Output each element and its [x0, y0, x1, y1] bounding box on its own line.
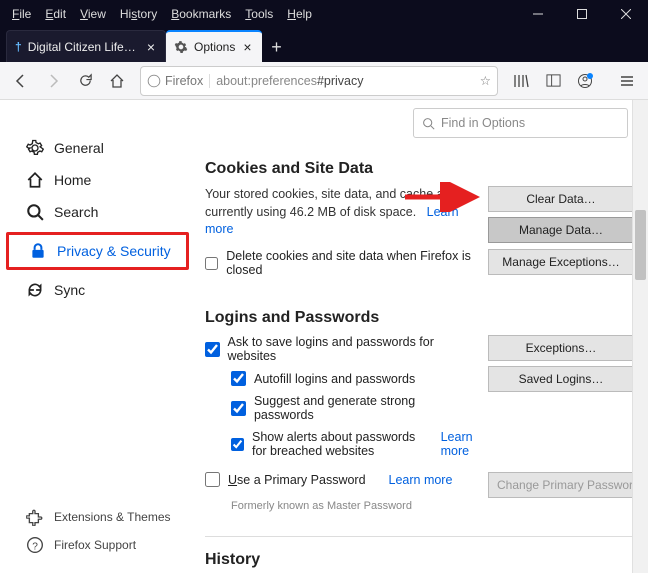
search-icon	[26, 203, 44, 221]
section-title: Cookies and Site Data	[205, 160, 634, 178]
address-bar[interactable]: Firefox about:preferences#privacy ☆	[140, 66, 498, 96]
checkbox-label: Suggest and generate strong passwords	[254, 394, 478, 422]
menu-tools[interactable]: Tools	[239, 4, 279, 24]
menubar: File Edit View History Bookmarks Tools H…	[0, 0, 648, 28]
maximize-button[interactable]	[560, 0, 604, 28]
menu-view[interactable]: View	[74, 4, 112, 24]
sidebar-item-label: Sync	[54, 282, 85, 298]
account-button[interactable]	[570, 66, 600, 96]
tab-label: Digital Citizen Life in a digital w	[28, 40, 139, 54]
checkbox-label: Autofill logins and passwords	[254, 372, 415, 386]
ask-save-logins-checkbox[interactable]: Ask to save logins and passwords for web…	[205, 335, 478, 363]
sidebar-item-privacy[interactable]: Privacy & Security	[6, 232, 189, 270]
sidebar-extensions[interactable]: Extensions & Themes	[0, 503, 195, 531]
gear-icon	[26, 139, 44, 157]
sidebar-item-general[interactable]: General	[0, 132, 195, 164]
vertical-scrollbar[interactable]	[632, 100, 648, 573]
breach-alerts-checkbox[interactable]: Show alerts about passwords for breached…	[231, 430, 478, 458]
menu-bookmarks[interactable]: Bookmarks	[165, 4, 237, 24]
menu-file[interactable]: File	[6, 4, 37, 24]
new-tab-button[interactable]: +	[262, 32, 292, 62]
manage-exceptions-button[interactable]: Manage Exceptions…	[488, 249, 634, 275]
sidebar-item-label: Firefox Support	[54, 538, 136, 552]
suggest-passwords-checkbox[interactable]: Suggest and generate strong passwords	[231, 394, 478, 422]
cookies-description: Your stored cookies, site data, and cach…	[205, 187, 455, 219]
sidebar-item-label: Privacy & Security	[57, 243, 171, 259]
tab-label: Options	[194, 40, 235, 54]
primary-password-hint: Formerly known as Master Password	[231, 500, 634, 512]
section-history: History	[205, 536, 634, 569]
bookmark-star-icon[interactable]: ☆	[480, 73, 491, 88]
puzzle-icon	[26, 508, 44, 526]
tab-options[interactable]: Options ×	[166, 30, 262, 62]
sidebar-footer: Extensions & Themes ? Firefox Support	[0, 503, 195, 573]
close-icon[interactable]: ×	[241, 39, 253, 55]
reload-button[interactable]	[70, 66, 100, 96]
preferences-content: Find in Options General Home Search Priv…	[0, 100, 648, 573]
delete-on-close-checkbox[interactable]: Delete cookies and site data when Firefo…	[205, 249, 478, 277]
checkbox-label: Use a Primary Password	[228, 473, 366, 487]
sidebar-item-label: Home	[54, 172, 91, 188]
library-button[interactable]	[506, 66, 536, 96]
section-logins: Logins and Passwords Ask to save logins …	[205, 309, 634, 512]
menu-items: File Edit View History Bookmarks Tools H…	[0, 4, 318, 24]
identity-box[interactable]: Firefox	[147, 74, 210, 88]
section-title: History	[205, 551, 634, 569]
window-controls	[516, 0, 648, 28]
sidebar-support[interactable]: ? Firefox Support	[0, 531, 195, 559]
lock-icon	[29, 242, 47, 260]
learn-more-link[interactable]: Learn more	[441, 430, 478, 458]
identity-label: Firefox	[165, 74, 203, 88]
saved-logins-button[interactable]: Saved Logins…	[488, 366, 634, 392]
home-button[interactable]	[102, 66, 132, 96]
checkbox-label: Ask to save logins and passwords for web…	[228, 335, 478, 363]
forward-button[interactable]	[38, 66, 68, 96]
sidebar-item-home[interactable]: Home	[0, 164, 195, 196]
preferences-main: Cookies and Site Data Your stored cookie…	[195, 100, 648, 573]
minimize-button[interactable]	[516, 0, 560, 28]
sidebar-item-search[interactable]: Search	[0, 196, 195, 228]
change-primary-password-button: Change Primary Password…	[488, 472, 634, 498]
scrollbar-thumb[interactable]	[635, 210, 646, 280]
sidebar-item-label: Search	[54, 204, 98, 220]
firefox-icon	[147, 74, 161, 88]
tabstrip: † Digital Citizen Life in a digital w × …	[0, 28, 648, 62]
section-cookies: Cookies and Site Data Your stored cookie…	[205, 160, 634, 285]
sidebar-item-label: Extensions & Themes	[54, 510, 171, 524]
menu-history[interactable]: History	[114, 4, 163, 24]
url-text: about:preferences#privacy	[216, 74, 474, 88]
checkbox-label: Show alerts about passwords for breached…	[252, 430, 421, 458]
menu-edit[interactable]: Edit	[39, 4, 72, 24]
menu-help[interactable]: Help	[281, 4, 318, 24]
primary-password-checkbox[interactable]: Use a Primary Password Learn more	[205, 472, 478, 487]
autofill-checkbox[interactable]: Autofill logins and passwords	[231, 371, 478, 386]
clear-data-button[interactable]: Clear Data…	[488, 186, 634, 212]
gear-icon	[174, 40, 188, 54]
sidebar-item-sync[interactable]: Sync	[0, 274, 195, 306]
checkbox-label: Delete cookies and site data when Firefo…	[226, 249, 478, 277]
sync-icon	[26, 281, 44, 299]
site-icon: †	[15, 40, 22, 54]
home-icon	[26, 171, 44, 189]
close-button[interactable]	[604, 0, 648, 28]
manage-data-button[interactable]: Manage Data…	[488, 217, 634, 243]
sidebar-item-label: General	[54, 140, 104, 156]
section-title: Logins and Passwords	[205, 309, 634, 327]
close-icon[interactable]: ×	[145, 39, 157, 55]
back-button[interactable]	[6, 66, 36, 96]
learn-more-link[interactable]: Learn more	[389, 473, 453, 487]
nav-toolbar: Firefox about:preferences#privacy ☆	[0, 62, 648, 100]
logins-exceptions-button[interactable]: Exceptions…	[488, 335, 634, 361]
preferences-sidebar: General Home Search Privacy & Security S…	[0, 100, 195, 573]
tab-digital-citizen[interactable]: † Digital Citizen Life in a digital w ×	[6, 30, 166, 62]
app-menu-button[interactable]	[612, 66, 642, 96]
question-icon: ?	[26, 536, 44, 554]
svg-text:?: ?	[32, 542, 38, 553]
sidebar-toggle-button[interactable]	[538, 66, 568, 96]
